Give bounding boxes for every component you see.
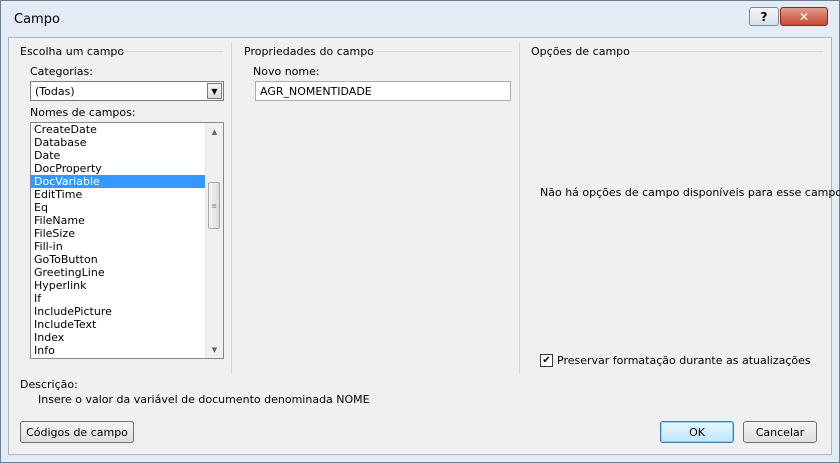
field-properties-heading: Propriedades do campo (244, 45, 374, 58)
preserve-format-label[interactable]: Preservar formatação durante as atualiza… (557, 354, 811, 367)
field-dialog: Campo ? ✕ Escolha um campo Categorias: (… (0, 0, 840, 463)
list-item[interactable]: GreetingLine (31, 266, 206, 279)
scroll-up-icon[interactable]: ▲ (206, 123, 223, 140)
list-item[interactable]: Hyperlink (31, 279, 206, 292)
new-name-value: AGR_NOMENTIDADE (260, 85, 372, 98)
field-list-scrollbar[interactable]: ▲ ≡ ▼ (205, 123, 223, 358)
field-names-items: CreateDate Database Date DocProperty DocVari… (31, 123, 206, 357)
close-icon: ✕ (798, 9, 810, 24)
no-options-message: Não há opções de campo disponíveis para … (540, 186, 840, 199)
panel-divider (519, 43, 520, 373)
dialog-title: Campo (14, 12, 60, 27)
categories-label: Categorias: (30, 65, 93, 78)
field-options-heading: Opções de campo (531, 45, 630, 58)
new-name-label: Novo nome: (253, 65, 320, 78)
list-item[interactable]: GoToButton (31, 253, 206, 266)
list-item[interactable]: Info (31, 344, 206, 357)
field-names-list[interactable]: CreateDate Database Date DocProperty DocVari… (30, 122, 224, 359)
list-item[interactable]: FileSize (31, 227, 206, 240)
categories-dropdown[interactable]: (Todas) ▼ (30, 81, 224, 101)
list-item[interactable]: CreateDate (31, 123, 206, 136)
field-names-label: Nomes de campos: (30, 106, 136, 119)
list-item[interactable]: Date (31, 149, 206, 162)
list-item[interactable]: Eq (31, 201, 206, 214)
help-icon: ? (760, 9, 768, 24)
chevron-down-icon[interactable]: ▼ (207, 83, 222, 99)
help-button[interactable]: ? (749, 7, 779, 26)
field-codes-button[interactable]: Códigos de campo (20, 421, 134, 443)
choose-field-heading: Escolha um campo (20, 45, 125, 58)
list-item[interactable]: Index (31, 331, 206, 344)
description-text: Insere o valor da variável de documento … (38, 393, 370, 406)
group-divider (120, 51, 223, 52)
title-bar[interactable]: Campo ? ✕ (1, 1, 839, 37)
checkmark-icon: ✔ (542, 354, 551, 366)
list-item[interactable]: DocVariable (31, 175, 206, 188)
close-button[interactable]: ✕ (780, 7, 828, 26)
panel-divider (231, 43, 232, 373)
list-item[interactable]: Fill-in (31, 240, 206, 253)
preserve-format-checkbox[interactable]: ✔ (540, 354, 553, 367)
scroll-down-icon[interactable]: ▼ (206, 341, 223, 358)
dialog-body: Escolha um campo Categorias: (Todas) ▼ N… (8, 37, 840, 455)
list-item[interactable]: If (31, 292, 206, 305)
scrollbar-thumb[interactable]: ≡ (208, 182, 220, 229)
new-name-input[interactable]: AGR_NOMENTIDADE (255, 81, 511, 101)
categories-value: (Todas) (35, 85, 75, 98)
list-item[interactable]: IncludePicture (31, 305, 206, 318)
list-item[interactable]: FileName (31, 214, 206, 227)
description-label: Descrição: (20, 378, 78, 391)
group-divider (631, 51, 823, 52)
list-item[interactable]: EditTime (31, 188, 206, 201)
cancel-button[interactable]: Cancelar (743, 421, 817, 443)
list-item[interactable]: Database (31, 136, 206, 149)
list-item[interactable]: IncludeText (31, 318, 206, 331)
list-item[interactable]: DocProperty (31, 162, 206, 175)
group-divider (372, 51, 512, 52)
ok-button[interactable]: OK (660, 421, 734, 443)
